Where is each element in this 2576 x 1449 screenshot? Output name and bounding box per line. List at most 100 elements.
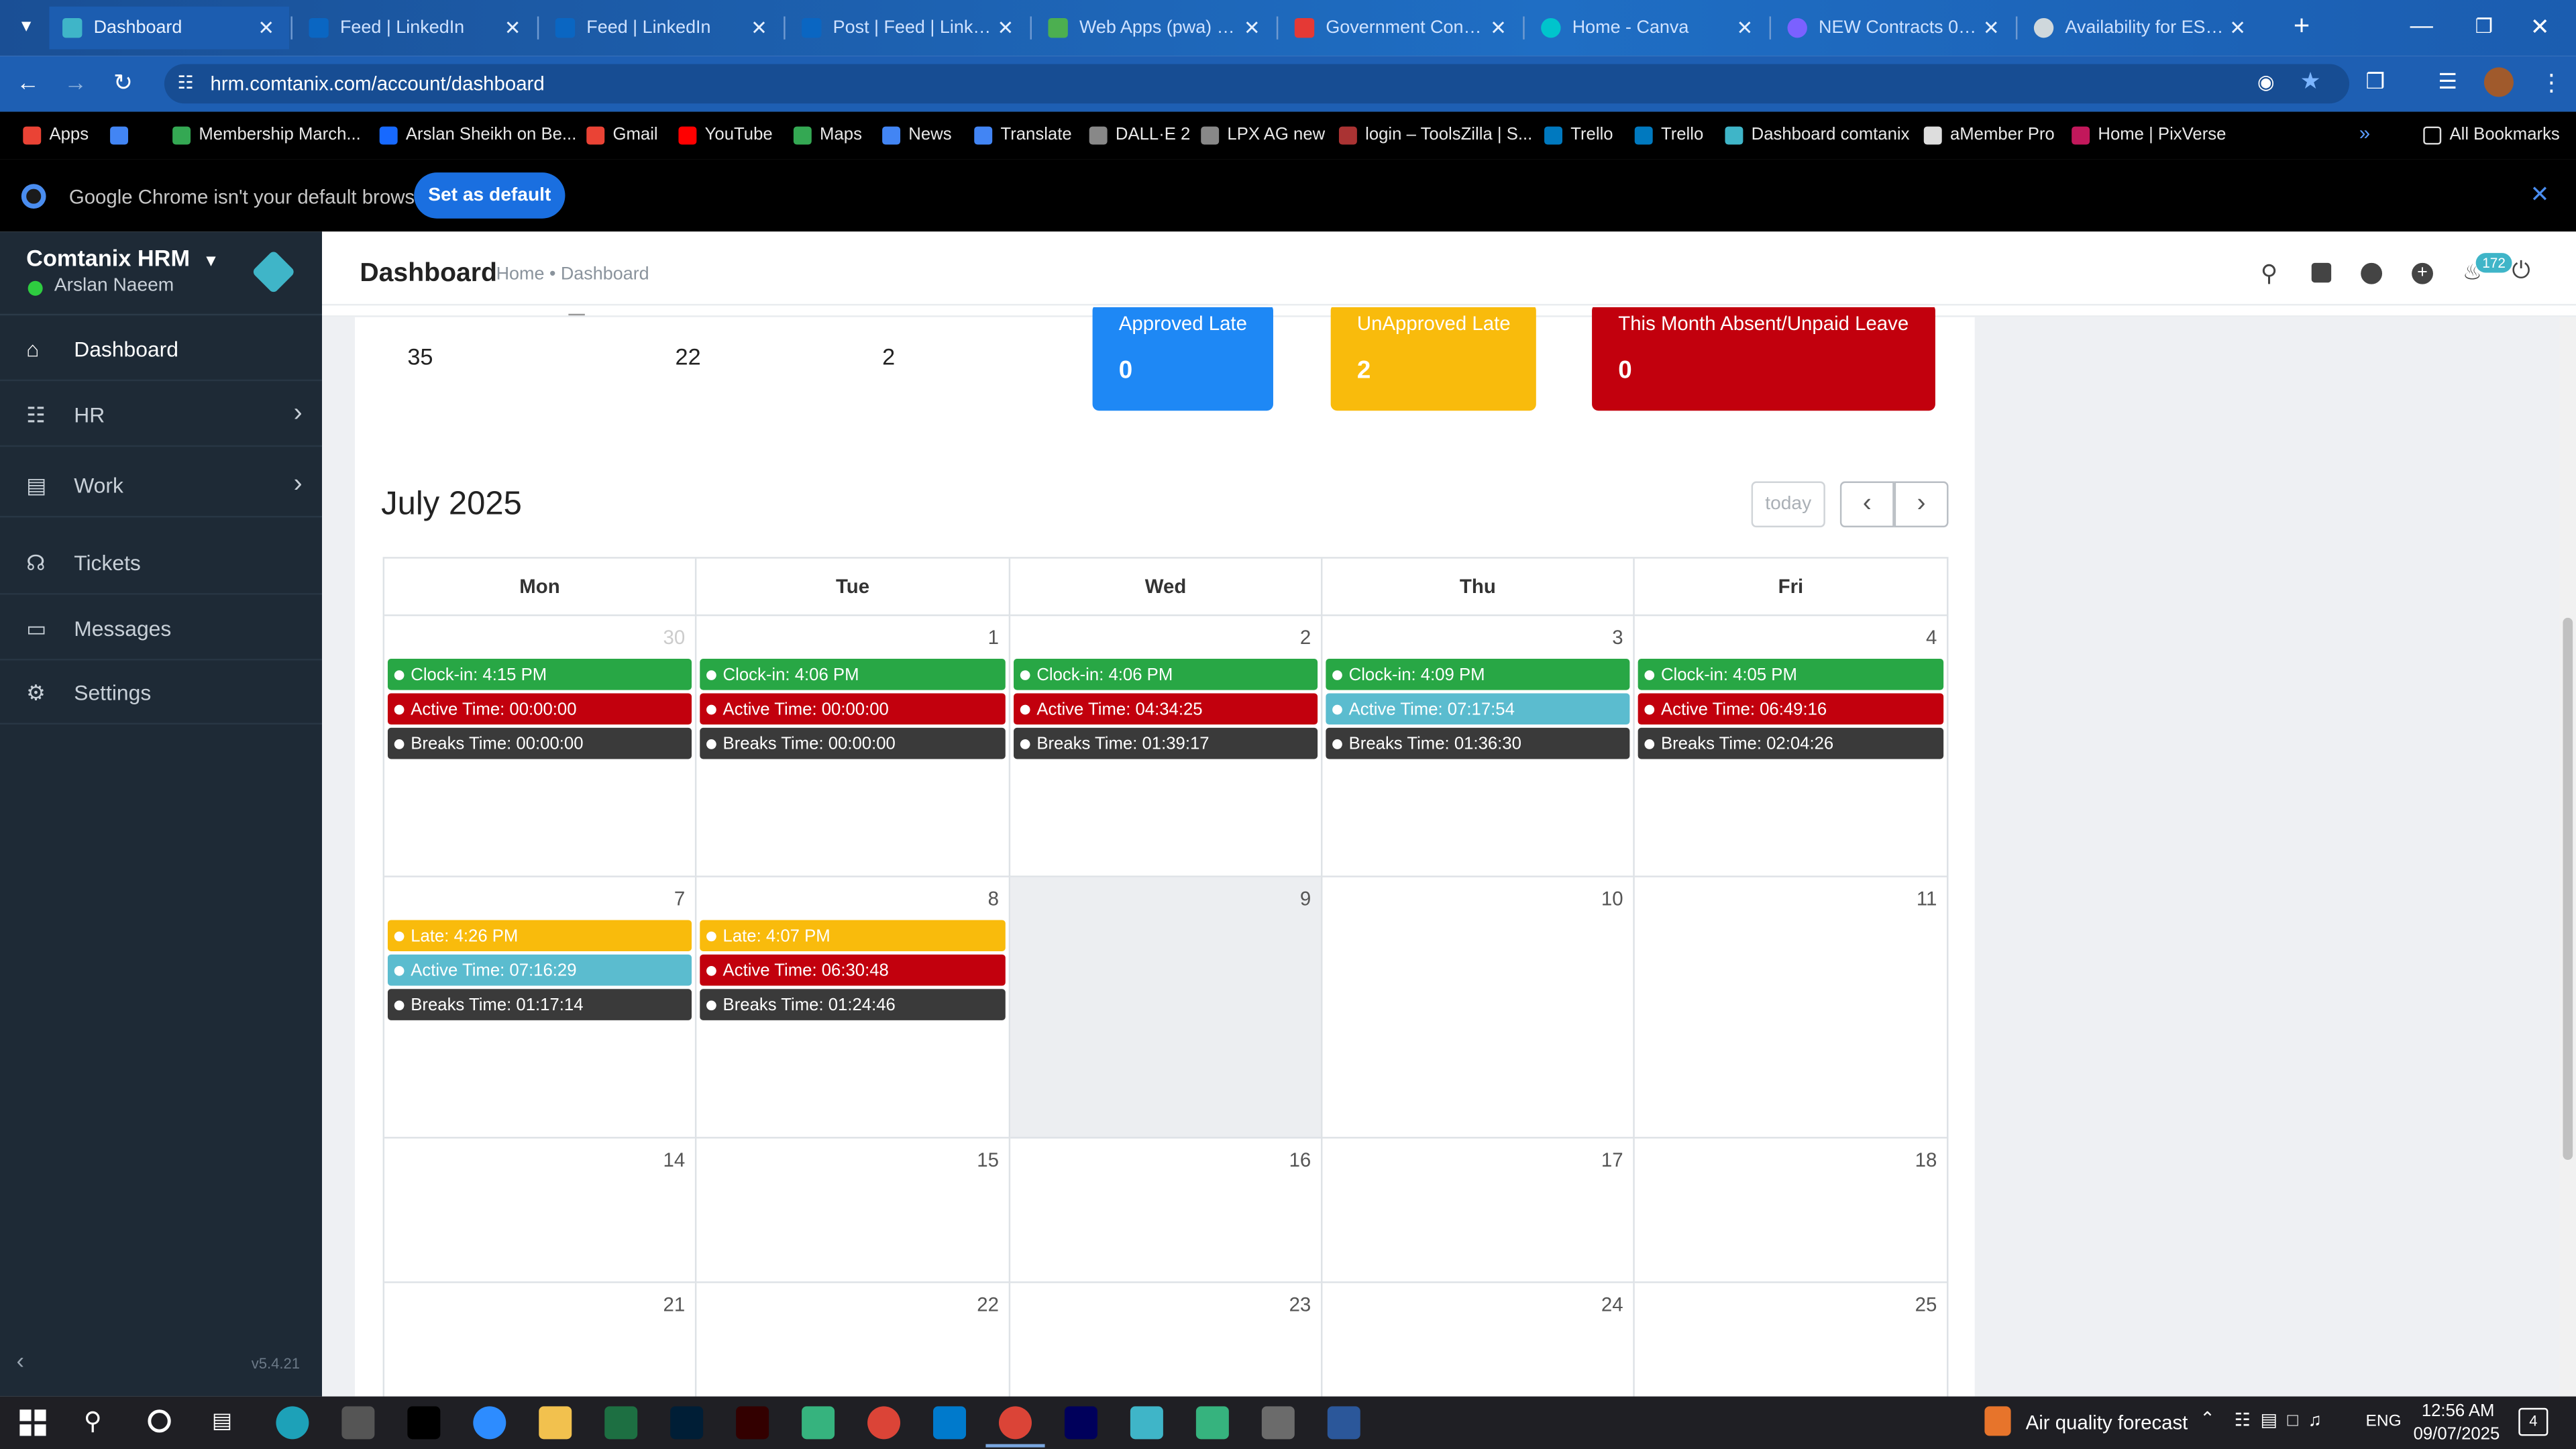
calendar-event[interactable]: Active Time: 00:00:00 [700, 693, 1006, 725]
day-cell[interactable]: 11 [1634, 877, 1949, 1139]
day-cell[interactable]: 14 [384, 1138, 697, 1283]
spreadsheet-icon[interactable] [1195, 1406, 1229, 1440]
vscode-icon[interactable] [933, 1406, 967, 1440]
tab-7[interactable]: Home - Canva ✕ [1528, 7, 1768, 50]
day-number[interactable]: 15 [977, 1148, 999, 1171]
bookmark-item[interactable]: Translate [974, 121, 1072, 148]
calendar-event[interactable]: Active Time: 07:16:29 [387, 954, 692, 986]
back-icon[interactable]: ← [16, 69, 42, 95]
bookmark-item[interactable]: Home | PixVerse [2072, 121, 2226, 148]
prev-month-button[interactable]: ‹ [1839, 481, 1894, 528]
bookmark-item[interactable]: Dashboard comtanix [1725, 121, 1910, 148]
calendar-event[interactable]: Active Time: 00:00:00 [387, 693, 692, 725]
tab-8[interactable]: NEW Contracts 01.pd...✕ [1774, 7, 2015, 50]
pen-icon[interactable] [341, 1406, 375, 1440]
day-number[interactable]: 9 [1300, 887, 1311, 910]
calendar-event[interactable]: Breaks Time: 02:04:26 [1638, 727, 1944, 759]
day-cell[interactable]: 18 [1634, 1138, 1949, 1283]
calendar-event[interactable]: Active Time: 06:49:16 [1638, 693, 1944, 725]
day-number[interactable]: 7 [674, 887, 685, 910]
header-breadcrumb-overlay[interactable]: Home • Dashboard [496, 264, 649, 284]
day-number[interactable]: 17 [1601, 1148, 1623, 1171]
sidebar-item-tickets[interactable]: ☊ Tickets [0, 531, 323, 595]
file-explorer-icon[interactable] [539, 1406, 572, 1440]
calendar-event[interactable]: Clock-in: 4:06 PM [700, 659, 1006, 690]
url-text[interactable]: hrm.comtanix.com/account/dashboard [210, 72, 544, 95]
tab-close-icon[interactable]: ✕ [992, 16, 1018, 39]
bookmark-item[interactable]: Membership March... [172, 121, 361, 148]
day-number[interactable]: 30 [663, 626, 686, 649]
spreadsheet-icon[interactable] [802, 1406, 835, 1440]
day-number[interactable]: 4 [1926, 626, 1937, 649]
chrome-menu-icon[interactable]: ⋮ [2540, 66, 2563, 99]
calendar-event[interactable]: Active Time: 07:17:54 [1326, 693, 1630, 725]
day-cell[interactable]: 10 [1322, 877, 1635, 1139]
tab-close-icon[interactable]: ✕ [1731, 16, 1758, 39]
sidebar-item-work[interactable]: ▤ Work › [0, 453, 323, 518]
day-number[interactable]: 24 [1601, 1293, 1623, 1316]
sidebar-item-settings[interactable]: ⚙ Settings [0, 660, 323, 725]
bookmark-item[interactable]: Arslan Sheikh on Be... [379, 121, 576, 148]
calendar-event[interactable]: Breaks Time: 00:00:00 [700, 727, 1006, 759]
day-number[interactable]: 11 [1917, 887, 1937, 910]
minimize-button[interactable]: — [2399, 10, 2445, 43]
restore-button[interactable]: ❐ [2461, 10, 2508, 43]
media-control-icon[interactable]: ☰ [2438, 69, 2464, 95]
bookmark-item[interactable]: Trello [1634, 121, 1703, 148]
all-bookmarks-button[interactable]: All Bookmarks [2423, 121, 2560, 148]
tab-5[interactable]: Web Apps (pwa) Pict...✕ [1035, 7, 1275, 50]
premiere-icon[interactable] [1064, 1406, 1097, 1440]
tab-4[interactable]: Post | Feed | LinkedIn ✕ [789, 7, 1029, 50]
zoom-icon[interactable] [473, 1406, 506, 1440]
collapse-sidebar-icon[interactable]: ‹ [16, 1349, 36, 1372]
bookmark-item[interactable]: Maps [793, 121, 862, 148]
tab-close-icon[interactable]: ✕ [253, 16, 279, 39]
word-icon[interactable] [1327, 1406, 1360, 1440]
bookmark-item[interactable]: aMember Pro [1923, 121, 2055, 148]
header-note-icon[interactable] [2311, 262, 2332, 283]
bookmark-item[interactable]: Gmail [586, 121, 658, 148]
day-cell[interactable]: 24 [1322, 1283, 1635, 1415]
calendar-event[interactable]: Breaks Time: 00:00:00 [387, 727, 692, 759]
tab-close-icon[interactable]: ✕ [1239, 16, 1265, 39]
chrome-icon[interactable] [998, 1406, 1032, 1440]
day-number[interactable]: 8 [988, 887, 999, 910]
bookmark-item[interactable]: LPX AG new [1201, 121, 1325, 148]
tab-9[interactable]: Availability for EST sh...✕ [2021, 7, 2261, 50]
weather-text[interactable]: Air quality forecast [2026, 1411, 2188, 1434]
new-tab-button[interactable]: + [2287, 10, 2316, 43]
day-cell[interactable]: 21 [384, 1283, 697, 1415]
calendar-event[interactable]: Active Time: 06:30:48 [700, 954, 1006, 986]
taskbar-search-icon[interactable]: ⚲ [84, 1406, 110, 1436]
app-switcher[interactable]: Comtanix HRM ▼ [26, 245, 219, 271]
tab-close-icon[interactable]: ✕ [1485, 16, 1511, 39]
calendar-event[interactable]: Late: 4:07 PM [700, 920, 1006, 951]
day-cell[interactable]: 22 [696, 1283, 1011, 1415]
day-number[interactable]: 14 [663, 1148, 686, 1171]
notification-center-icon[interactable]: 4 [2518, 1407, 2548, 1436]
day-number[interactable]: 16 [1289, 1148, 1311, 1171]
day-cell[interactable]: 16 [1010, 1138, 1323, 1283]
day-cell[interactable]: 15 [696, 1138, 1011, 1283]
calendar-event[interactable]: Clock-in: 4:15 PM [387, 659, 692, 690]
photoshop-icon[interactable] [670, 1406, 704, 1440]
header-clock-icon[interactable] [2361, 262, 2383, 284]
tab-search-button[interactable]: ▼ [10, 13, 43, 43]
day-number[interactable]: 23 [1289, 1293, 1311, 1316]
tab-1[interactable]: Dashboard ✕ [49, 6, 290, 50]
bookmark-item[interactable]: News [882, 121, 952, 148]
comtanix-app-icon[interactable] [1130, 1406, 1163, 1440]
extensions-icon[interactable]: ❒ [2366, 69, 2392, 95]
location-icon[interactable]: ◉ [2257, 70, 2277, 93]
calendar-event[interactable]: Active Time: 04:34:25 [1014, 693, 1318, 725]
tab-close-icon[interactable]: ✕ [499, 16, 525, 39]
vertical-scrollbar-thumb[interactable] [2563, 617, 2573, 1160]
tray-icons[interactable]: ☷▤□♫ [2235, 1409, 2353, 1432]
illustrator-icon[interactable] [736, 1406, 769, 1440]
tab-3[interactable]: Feed | LinkedIn ✕ [542, 7, 782, 50]
cortana-icon[interactable] [148, 1409, 171, 1433]
bookmark-item[interactable]: YouTube [678, 121, 773, 148]
clock-time[interactable]: 12:56 AM [2422, 1401, 2495, 1421]
day-number[interactable]: 3 [1612, 626, 1623, 649]
day-number[interactable]: 18 [1915, 1148, 1937, 1171]
